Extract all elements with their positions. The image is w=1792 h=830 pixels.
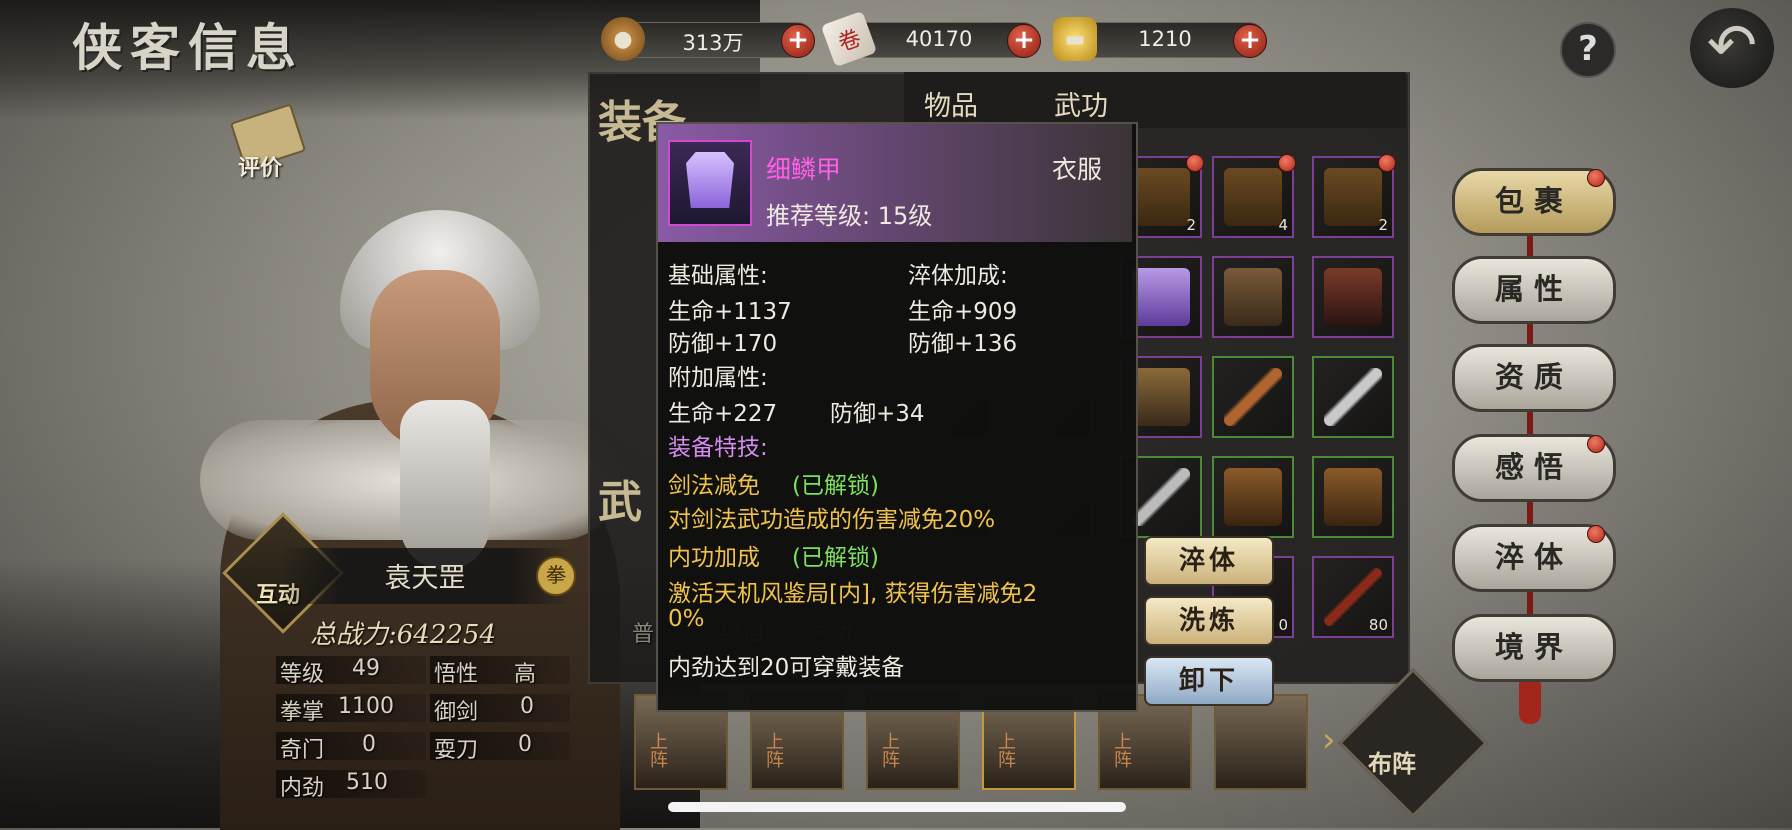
item-name: 细鳞甲 — [766, 155, 842, 184]
team-next-arrow-icon[interactable]: › — [1322, 720, 1336, 760]
currency-gold-value: 1210 — [1138, 27, 1192, 51]
red-ticket-icon: 卷 — [820, 10, 878, 68]
nav-realm-button[interactable]: 境界 — [1452, 614, 1616, 682]
temper-bonus-title: 淬体加成: — [908, 263, 1008, 289]
team-member-6[interactable] — [1214, 694, 1308, 790]
item-type: 衣服 — [1052, 155, 1103, 184]
currency-copper: ● 313万 + — [601, 17, 815, 61]
inventory-slot[interactable] — [1212, 256, 1294, 338]
nav-tassel — [1519, 680, 1541, 724]
nav-attributes-button[interactable]: 属性 — [1452, 256, 1616, 324]
inventory-slot[interactable]: 4 — [1212, 154, 1296, 238]
skill1-state: (已解锁) — [792, 473, 879, 499]
total-power: 总战力:642254 — [310, 620, 497, 650]
stat-yujian-label: 御剑 — [434, 700, 479, 725]
stat-qimen-label: 奇门 — [280, 738, 325, 763]
stat-wuxing-label: 悟性 — [434, 662, 479, 687]
currency-copper-value: 313万 — [682, 31, 744, 55]
nav-aptitude-button[interactable]: 资质 — [1452, 344, 1616, 412]
inventory-slot[interactable] — [1312, 256, 1394, 338]
temper-button[interactable]: 淬体 — [1144, 536, 1274, 586]
inventory-slot[interactable]: 80 — [1312, 556, 1394, 638]
character-portrait — [180, 150, 620, 830]
item-recommend-level: 推荐等级: 15级 — [766, 202, 933, 230]
inventory-tabs — [904, 72, 1406, 128]
page-title: 侠客信息 — [72, 18, 304, 77]
stat-yujian-value: 0 — [520, 694, 534, 719]
base-attr-title: 基础属性: — [668, 263, 768, 289]
currency-ticket: 卷 40170 + — [820, 10, 1041, 68]
equip-skill-title: 装备特技: — [668, 435, 768, 461]
skill2-desc-line1: 激活天机风鉴局[内], 获得伤害减免2 — [668, 581, 1038, 607]
skill1-name: 剑法减免 — [668, 473, 760, 499]
nav-insight-button[interactable]: 感悟 — [1452, 434, 1616, 502]
extra-attr-def: 防御+34 — [830, 401, 925, 427]
skill1-desc: 对剑法武功造成的伤害减免20% — [668, 507, 996, 533]
add-gold-button[interactable]: + — [1233, 24, 1267, 58]
stat-quanzhang-value: 1100 — [338, 694, 394, 719]
inventory-slot[interactable]: 2 — [1312, 154, 1396, 238]
skill2-name: 内功加成 — [668, 545, 760, 571]
inventory-slot[interactable] — [1312, 356, 1394, 438]
inventory-slot[interactable] — [1312, 456, 1394, 538]
stat-shuadao-label: 耍刀 — [434, 738, 479, 763]
stat-shuadao-value: 0 — [518, 732, 532, 757]
fist-style-icon: 拳 — [536, 556, 576, 596]
stat-neijin-value: 510 — [346, 770, 388, 795]
extra-attr-hp: 生命+227 — [668, 401, 778, 427]
unequip-button[interactable]: 卸下 — [1144, 656, 1274, 706]
temper-bonus-hp: 生命+909 — [908, 299, 1018, 325]
base-attr-def: 防御+170 — [668, 331, 778, 357]
extra-attr-title: 附加属性: — [668, 365, 768, 391]
formation-label[interactable]: 布阵 — [1368, 744, 1416, 779]
inventory-slot[interactable] — [1212, 456, 1294, 538]
add-ticket-button[interactable]: + — [1007, 24, 1041, 58]
currency-gold: ▬ 1210 + — [1053, 17, 1267, 61]
nav-temper-button[interactable]: 淬体 — [1452, 524, 1616, 592]
stat-wuxing-value: 高 — [514, 662, 537, 687]
home-indicator[interactable] — [668, 802, 1126, 812]
currency-ticket-value: 40170 — [905, 27, 973, 51]
gold-ingot-icon: ▬ — [1053, 17, 1097, 61]
back-button[interactable]: ↶ — [1690, 8, 1774, 88]
stat-quanzhang-label: 拳掌 — [280, 700, 325, 725]
stat-qimen-value: 0 — [362, 732, 376, 757]
temper-bonus-def: 防御+136 — [908, 331, 1018, 357]
bg-tab-pu: 普 — [632, 622, 655, 647]
character-name: 袁天罡 — [384, 563, 466, 594]
base-attr-hp: 生命+1137 — [668, 299, 792, 325]
copper-coin-icon: ● — [601, 17, 645, 61]
add-copper-button[interactable]: + — [781, 24, 815, 58]
skill2-state: (已解锁) — [792, 545, 879, 571]
formation-gear-icon[interactable] — [1338, 668, 1488, 818]
stat-neijin-label: 内劲 — [280, 776, 325, 801]
skill2-desc-line2: 0% — [668, 606, 705, 632]
inventory-slot[interactable] — [1212, 356, 1294, 438]
wugong-section-title: 武 — [598, 477, 642, 528]
nav-bag-button[interactable]: 包裹 — [1452, 168, 1616, 236]
stat-level-value: 49 — [352, 656, 380, 681]
refine-button[interactable]: 洗炼 — [1144, 596, 1274, 646]
armor-icon — [668, 140, 752, 226]
tab-wugong[interactable]: 武功 — [1054, 84, 1108, 123]
wear-requirement: 内劲达到20可穿戴装备 — [668, 655, 905, 681]
stat-level-label: 等级 — [280, 662, 325, 687]
tab-items[interactable]: 物品 — [924, 84, 978, 123]
help-button[interactable]: ? — [1560, 22, 1616, 78]
